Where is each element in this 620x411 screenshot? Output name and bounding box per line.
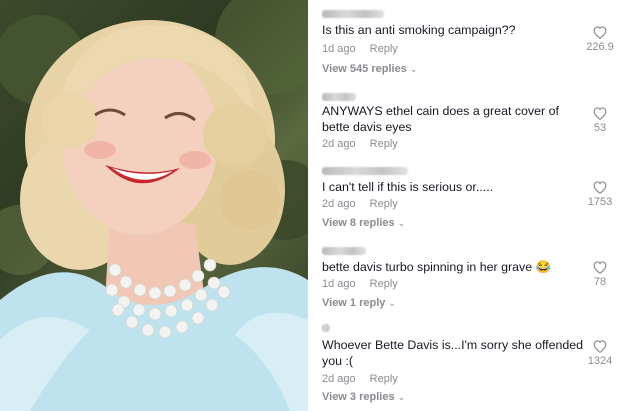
view-replies-link[interactable]: View 545 replies ⌄ [322, 63, 417, 75]
view-replies-label: View 8 replies [322, 217, 395, 229]
heart-icon [593, 26, 607, 39]
like-count: 226.9 [586, 41, 614, 53]
comment-meta: 1d ago Reply [322, 43, 398, 55]
chevron-down-icon: ⌄ [397, 392, 406, 402]
like-count: 1324 [587, 355, 613, 367]
username-redacted[interactable] [322, 10, 384, 18]
like-button[interactable]: 1324 [580, 340, 620, 367]
like-button[interactable]: 1753 [580, 181, 620, 208]
reply-button[interactable]: Reply [370, 278, 398, 290]
like-button[interactable]: 226.9 [580, 26, 620, 53]
chevron-down-icon: ⌄ [388, 298, 396, 308]
reply-button[interactable]: Reply [370, 43, 398, 55]
comments-panel: Is this an anti smoking campaign?? 1d ag… [308, 0, 620, 411]
view-replies-link[interactable]: View 3 replies ⌄ [322, 391, 405, 403]
username-redacted[interactable] [322, 167, 408, 175]
view-replies-label: View 545 replies [322, 63, 407, 75]
username-redacted[interactable] [322, 93, 356, 101]
heart-icon [593, 181, 607, 194]
like-button[interactable]: 53 [580, 107, 620, 134]
view-replies-label: View 3 replies [322, 391, 395, 403]
username-redacted[interactable] [322, 247, 366, 255]
chevron-down-icon: ⌄ [397, 218, 406, 228]
heart-icon [593, 340, 607, 353]
heart-icon [593, 261, 607, 274]
view-replies-label: View 1 reply [322, 297, 386, 309]
comment-text: Is this an anti smoking campaign?? [322, 23, 516, 37]
view-replies-link[interactable]: View 8 replies ⌄ [322, 217, 405, 229]
comment-age: 1d ago [322, 278, 356, 290]
comment-meta: 2d ago Reply [322, 198, 398, 210]
photo-panel [0, 0, 308, 411]
comment-meta: 2d ago Reply [322, 138, 398, 150]
like-count: 53 [593, 122, 607, 134]
reply-button[interactable]: Reply [370, 198, 398, 210]
portrait-photo [0, 0, 308, 411]
comment-age: 1d ago [322, 43, 356, 55]
heart-icon [593, 107, 607, 120]
comment-text: ANYWAYS ethel cain does a great cover of… [322, 104, 559, 134]
reply-button[interactable]: Reply [370, 138, 398, 150]
view-replies-link[interactable]: View 1 reply ⌄ [322, 297, 396, 309]
comment-age: 2d ago [322, 373, 356, 385]
comment-meta: 1d ago Reply [322, 278, 398, 290]
comment-text: bette davis turbo spinning in her grave … [322, 260, 551, 274]
comment-text: I can't tell if this is serious or..... [322, 180, 494, 194]
comment-text: Whoever Bette Davis is...I'm sorry she o… [322, 338, 584, 368]
reply-button[interactable]: Reply [370, 373, 398, 385]
like-count: 1753 [587, 196, 613, 208]
chevron-down-icon: ⌄ [409, 64, 418, 74]
like-count: 78 [593, 276, 607, 288]
comment-age: 2d ago [322, 198, 356, 210]
like-button[interactable]: 78 [580, 261, 620, 288]
comment-age: 2d ago [322, 138, 356, 150]
comment-meta: 2d ago Reply [322, 373, 398, 385]
username-redacted[interactable] [322, 324, 330, 332]
